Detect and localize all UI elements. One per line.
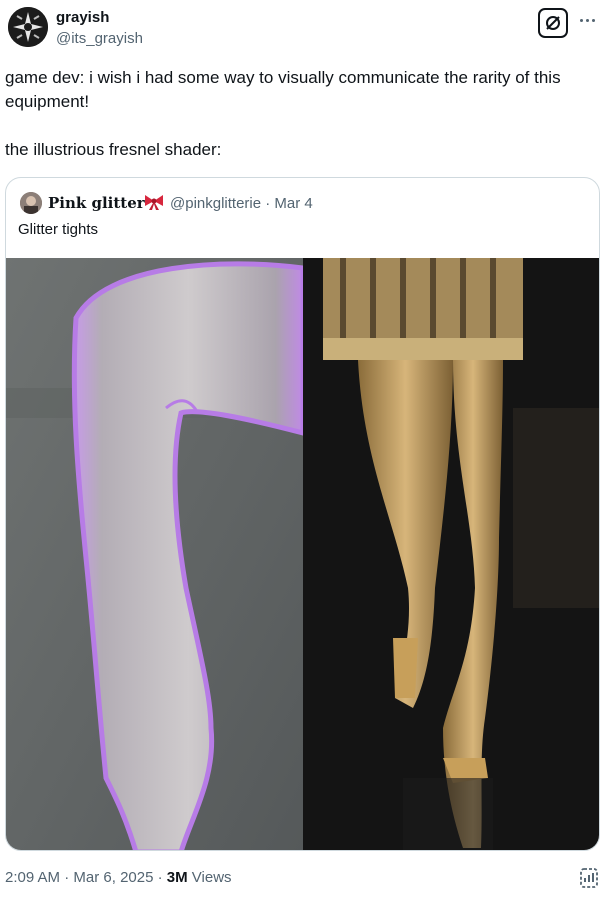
analytics-icon [580,868,598,888]
author-display-name[interactable]: grayish [56,9,109,26]
quote-author-meta[interactable]: @pinkglitterie · Mar 4 [170,195,313,212]
separator: · [157,869,163,886]
tweet-text: game dev: i wish i had some way to visua… [5,68,561,159]
slashed-circle-icon [546,16,560,30]
purple-glitter-tights-photo[interactable] [6,258,303,850]
red-bow-emoji-icon [145,195,163,210]
author-handle[interactable]: @its_grayish [56,30,143,47]
tweet-footer: 2:09 AM · Mar 6, 2025 · 3M Views [5,869,232,886]
more-options-button[interactable] [576,10,598,30]
analytics-button[interactable] [578,866,600,890]
ellipsis-icon [579,18,595,22]
separator: · [64,869,70,886]
quote-media[interactable] [6,258,599,850]
star-logo-avatar-icon [8,7,48,47]
quote-author-name[interactable]: Pink glitter [48,194,145,212]
quote-text: Glitter tights [18,221,99,238]
grok-button[interactable] [538,8,568,38]
quoted-tweet[interactable]: Pink glitter @pinkglitterie · Mar 4 Glit… [5,177,600,851]
quote-author-avatar[interactable] [20,192,42,214]
tweet-time[interactable]: 2:09 AM [5,869,60,886]
views-label: Views [191,869,232,886]
tweet-header: grayish @its_grayish [0,0,605,60]
views-count: 3M [166,869,188,886]
author-avatar[interactable] [8,7,48,47]
gold-glitter-tights-runway-photo[interactable] [303,258,599,850]
tweet-date[interactable]: Mar 6, 2025 [73,869,153,886]
